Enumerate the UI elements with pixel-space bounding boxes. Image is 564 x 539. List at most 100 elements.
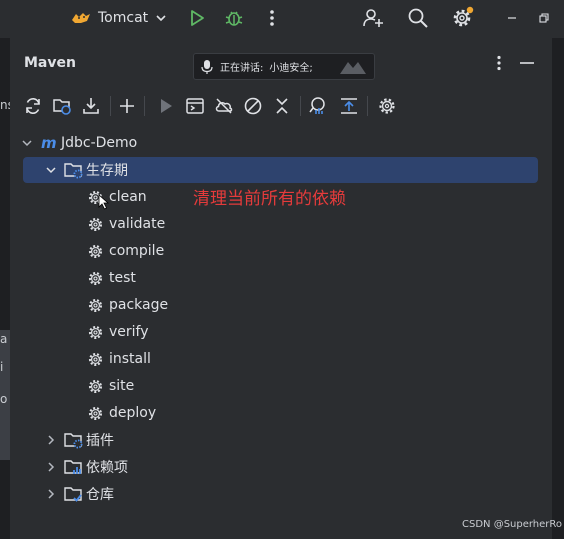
gear-icon [88, 352, 103, 366]
editor-fragment-text: o [0, 392, 8, 406]
editor-edge: ns a i o [0, 38, 14, 539]
tree-item-dependencies[interactable]: 依赖项 [44, 454, 128, 480]
gear-icon [88, 217, 103, 231]
gear-icon [88, 244, 103, 258]
hide-panel-button[interactable] [516, 52, 538, 74]
code-with-me-button[interactable] [360, 5, 386, 31]
speech-logo-icon [340, 61, 366, 74]
lifecycle-phase-package[interactable]: package [87, 292, 168, 318]
add-user-icon [363, 9, 383, 27]
run-button[interactable] [185, 6, 209, 30]
toolbar-separator [300, 96, 301, 116]
speech-indicator: 正在讲话: 小迪安全; [193, 53, 375, 80]
lifecycle-phase-label: site [109, 378, 135, 394]
repositories-label: 仓库 [86, 487, 114, 503]
skip-tests-button[interactable] [242, 95, 264, 117]
editor-fragment-text: i [0, 360, 4, 374]
watermark: CSDN @SuperherRo [462, 519, 563, 530]
more-vertical-icon [497, 55, 501, 71]
run-config-icon [186, 98, 204, 114]
chevron-right-icon [48, 489, 55, 499]
lifecycle-phase-clean[interactable]: clean [87, 184, 147, 210]
minimize-icon [520, 62, 534, 64]
dependencies-label: 依赖项 [86, 460, 128, 476]
chevron-right-icon [48, 462, 55, 472]
lifecycle-phase-deploy[interactable]: deploy [87, 400, 156, 426]
debug-button[interactable] [222, 6, 246, 30]
gear-icon [88, 406, 103, 420]
mouse-cursor-icon [98, 194, 110, 210]
right-tool-strip [552, 38, 564, 539]
show-dependencies-button[interactable] [338, 95, 360, 117]
speech-label: 正在讲话: [220, 63, 264, 74]
download-sources-button[interactable] [80, 95, 102, 117]
tree-item-project[interactable]: m Jdbc-Demo [20, 130, 137, 156]
lifecycle-phase-compile[interactable]: compile [87, 238, 164, 264]
lifecycle-phase-label: clean [109, 189, 147, 205]
chevron-right-icon [48, 435, 55, 445]
panel-options-button[interactable] [489, 52, 509, 74]
lifecycle-phase-install[interactable]: install [87, 346, 151, 372]
toolbar-separator [144, 96, 145, 116]
search-everywhere-button[interactable] [405, 5, 431, 31]
plugins-label: 插件 [86, 433, 114, 449]
svg-text:m: m [41, 135, 57, 151]
gear-icon [88, 271, 103, 285]
minimize-window-button[interactable] [503, 9, 521, 27]
add-maven-project-button[interactable] [116, 95, 138, 117]
chevron-down-icon [46, 167, 56, 174]
execute-maven-goal-button[interactable] [184, 95, 206, 117]
annotation-text: 清理当前所有的依赖 [193, 189, 346, 209]
generate-sources-button[interactable] [51, 95, 73, 117]
run-maven-build-button[interactable] [155, 95, 177, 117]
lifecycle-phase-label: validate [109, 216, 166, 232]
microphone-icon [201, 59, 213, 74]
collapse-all-button[interactable] [271, 95, 293, 117]
analyze-icon [309, 97, 325, 114]
lifecycle-phase-label: package [109, 297, 169, 313]
lifecycle-phase-site[interactable]: site [87, 373, 134, 399]
lifecycle-folder-icon [64, 163, 83, 179]
reload-folder-icon [53, 99, 71, 115]
gear-icon [88, 379, 103, 393]
tree-item-lifecycle[interactable]: 生存期 [23, 157, 538, 183]
tomcat-icon [72, 13, 90, 23]
lifecycle-label: 生存期 [86, 163, 128, 179]
tree-item-plugins[interactable]: 插件 [44, 427, 114, 453]
editor-fragment-text: a [0, 332, 8, 346]
panel-title: Maven [24, 55, 76, 71]
toggle-offline-mode-button[interactable] [213, 95, 235, 117]
more-actions-button[interactable] [262, 6, 282, 30]
gear-icon [88, 325, 103, 339]
run-icon [161, 99, 172, 113]
speech-speaker: 小迪安全; [269, 63, 313, 74]
tree-item-repositories[interactable]: 仓库 [44, 481, 114, 507]
ide-settings-button[interactable] [449, 5, 475, 31]
more-vertical-icon [270, 10, 274, 26]
lifecycle-phase-label: verify [109, 324, 149, 340]
chevron-down-icon [22, 140, 32, 147]
repositories-folder-icon [64, 487, 82, 502]
gear-icon [88, 298, 103, 312]
lifecycle-phase-label: test [109, 270, 136, 286]
lifecycle-phase-label: deploy [109, 405, 157, 421]
search-icon [408, 8, 428, 28]
run-configuration-selector[interactable]: Tomcat [70, 6, 168, 30]
lifecycle-phase-validate[interactable]: validate [87, 211, 165, 237]
maven-settings-button[interactable] [376, 95, 398, 117]
restore-icon [539, 13, 549, 23]
plugins-folder-icon [64, 433, 83, 449]
lifecycle-phase-label: install [109, 351, 151, 367]
settings-icon [453, 6, 474, 27]
toolbar-separator [367, 96, 368, 116]
lifecycle-phase-verify[interactable]: verify [87, 319, 149, 345]
show-dependencies-icon [341, 98, 357, 114]
download-icon [83, 98, 99, 114]
title-bar: Tomcat [0, 0, 564, 39]
analyze-dependencies-button[interactable] [307, 95, 329, 117]
reload-all-projects-button[interactable] [22, 95, 44, 117]
lifecycle-phase-test[interactable]: test [87, 265, 136, 291]
maven-tool-window: Maven 正在讲话: 小迪安全; m Jdbc-Demo 生存期 clean … [10, 38, 552, 539]
run-icon [191, 10, 204, 26]
restore-window-button[interactable] [535, 9, 553, 27]
